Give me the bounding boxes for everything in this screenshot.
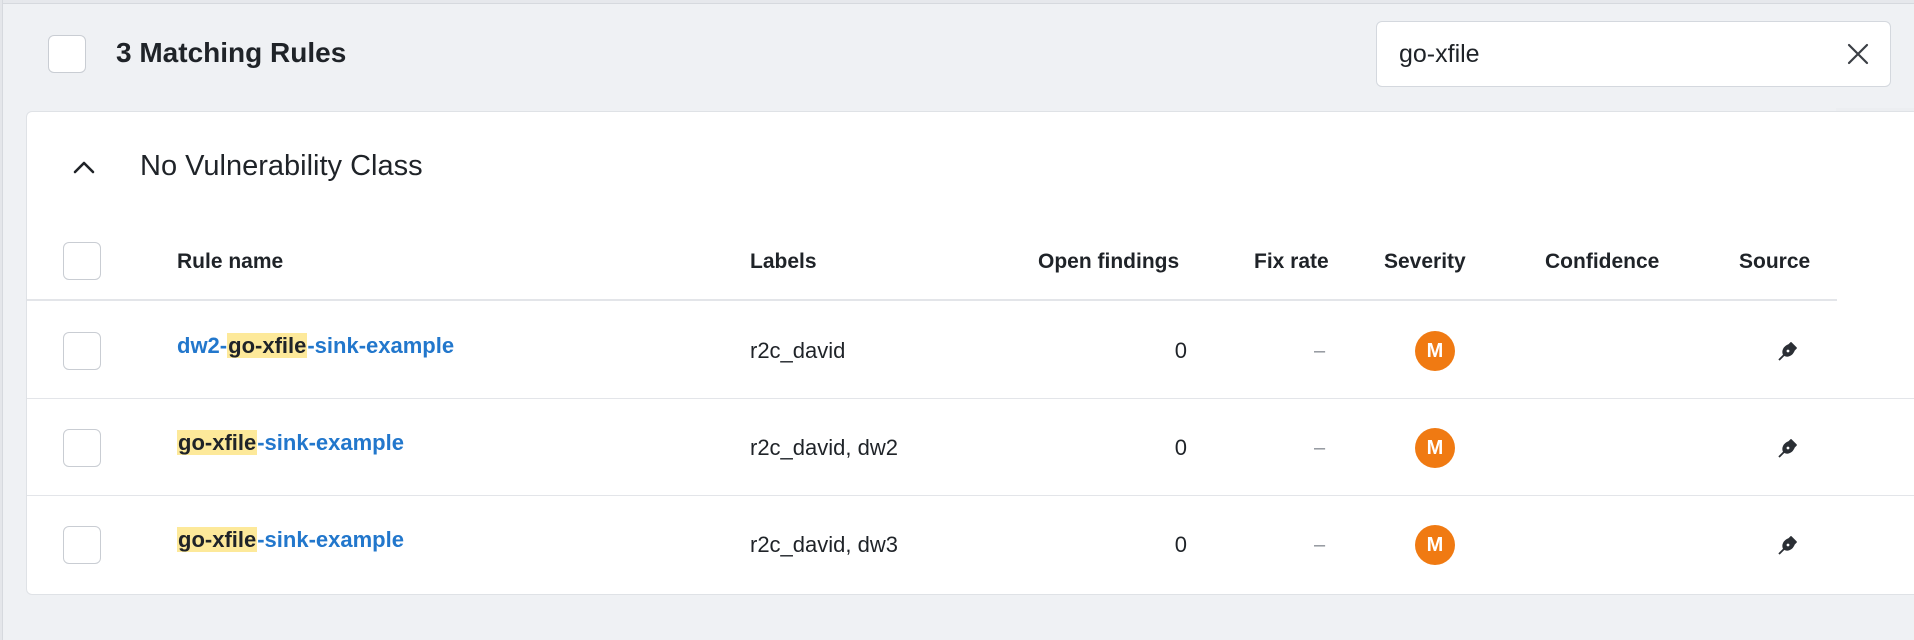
search-input[interactable] <box>1399 36 1819 72</box>
pen-nib-icon <box>1772 337 1802 367</box>
rule-labels: r2c_david <box>750 338 846 363</box>
fix-rate-value: – <box>1314 534 1326 556</box>
search-match-highlight: go-xfile <box>177 430 258 455</box>
rule-name-suffix: -sink-example <box>257 430 404 455</box>
select-all-checkbox[interactable] <box>48 35 86 73</box>
table-row[interactable]: go-xfile-sink-example r2c_david, dw2 0 –… <box>27 399 1914 496</box>
rule-labels: r2c_david, dw3 <box>750 532 898 557</box>
column-source[interactable]: Source <box>1739 249 1810 275</box>
search-field[interactable] <box>1376 21 1891 87</box>
open-findings-count: 0 <box>1174 338 1187 363</box>
select-group-checkbox[interactable] <box>63 242 101 280</box>
rule-name-suffix: -sink-example <box>307 333 455 358</box>
column-open-findings[interactable]: Open findings <box>1038 249 1179 275</box>
rule-group-panel: No Vulnerability Class Rule name Labels … <box>26 111 1914 595</box>
fix-rate-value: – <box>1314 437 1326 459</box>
matching-rules-count: 3 Matching Rules <box>116 37 347 68</box>
row-checkbox[interactable] <box>63 332 101 370</box>
severity-badge: M <box>1415 428 1455 468</box>
pen-nib-icon <box>1772 531 1802 561</box>
table-row[interactable]: dw2-go-xfile-sink-example r2c_david 0 – … <box>27 302 1914 399</box>
row-checkbox[interactable] <box>63 429 101 467</box>
rule-name-prefix: dw2- <box>177 333 228 358</box>
clear-search-button[interactable] <box>1840 36 1876 72</box>
fix-rate-value: – <box>1314 340 1326 362</box>
open-findings-count: 0 <box>1174 435 1187 460</box>
severity-badge: M <box>1415 331 1455 371</box>
search-match-highlight: go-xfile <box>177 527 258 552</box>
open-findings-count: 0 <box>1174 532 1187 557</box>
close-icon <box>1847 43 1869 65</box>
chevron-up-icon <box>73 161 95 174</box>
collapse-group-button[interactable] <box>67 150 101 184</box>
group-title: No Vulnerability Class <box>140 150 423 182</box>
rule-name-link[interactable]: go-xfile-sink-example <box>177 526 404 554</box>
column-confidence[interactable]: Confidence <box>1545 249 1659 275</box>
table-header: Rule name Labels Open findings Fix rate … <box>27 222 1837 301</box>
rule-labels: r2c_david, dw2 <box>750 435 898 460</box>
column-rule-name[interactable]: Rule name <box>177 249 283 275</box>
column-labels[interactable]: Labels <box>750 249 817 275</box>
column-severity[interactable]: Severity <box>1384 249 1466 275</box>
table-row[interactable]: go-xfile-sink-example r2c_david, dw3 0 –… <box>27 496 1914 593</box>
search-match-highlight: go-xfile <box>227 333 308 358</box>
pen-nib-icon <box>1772 434 1802 464</box>
row-checkbox[interactable] <box>63 526 101 564</box>
group-header[interactable]: No Vulnerability Class <box>27 112 1837 222</box>
severity-badge: M <box>1415 525 1455 565</box>
results-header: 3 Matching Rules <box>0 0 1914 108</box>
rule-name-suffix: -sink-example <box>257 527 404 552</box>
rule-name-link[interactable]: go-xfile-sink-example <box>177 429 404 457</box>
rule-name-link[interactable]: dw2-go-xfile-sink-example <box>177 332 454 360</box>
column-fix-rate[interactable]: Fix rate <box>1254 249 1329 275</box>
